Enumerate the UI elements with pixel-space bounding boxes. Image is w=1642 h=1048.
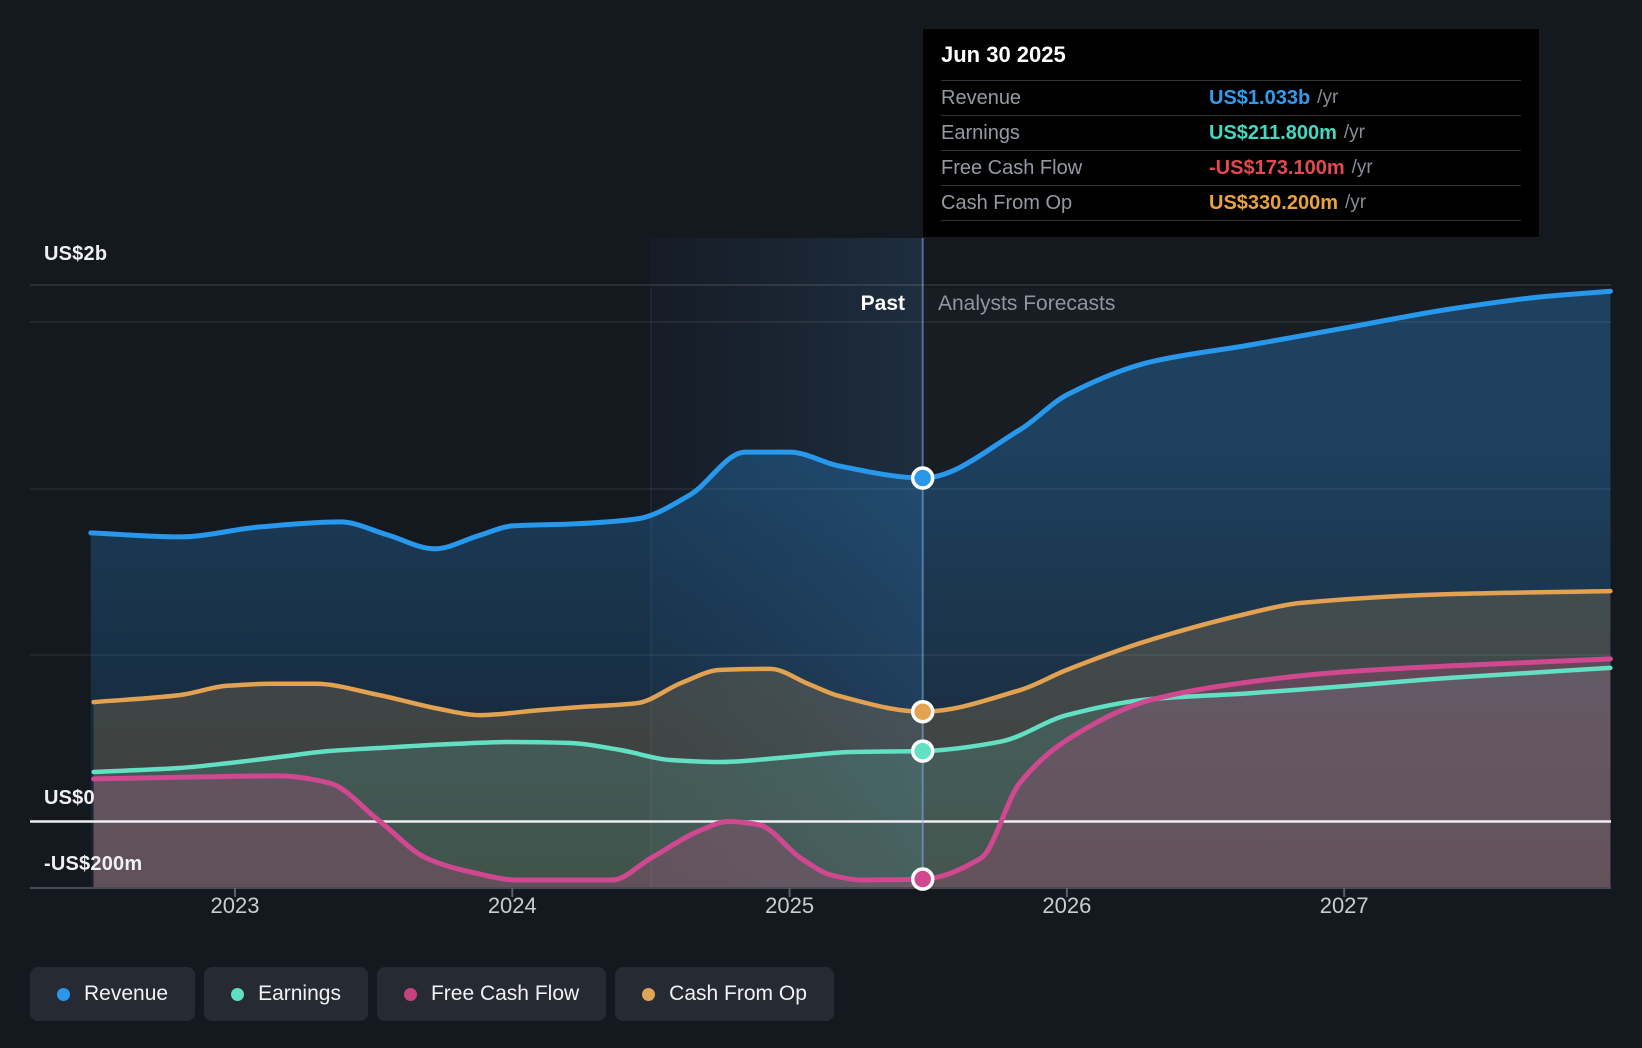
tooltip-value: US$1.033b [1209,86,1311,109]
earnings-marker [910,739,935,763]
tooltip-value: US$211.800m [1209,121,1337,144]
x-axis-label-2023: 2023 [210,893,260,918]
tooltip-value-suffix: /yr [1343,122,1365,143]
tooltip-label: Free Cash Flow [941,156,1083,179]
legend-dot-icon [403,987,417,1001]
cash-from-op-marker [910,699,935,724]
tooltip-row-earnings: Earnings US$211.800m/yr [941,116,1521,151]
tooltip-value-suffix: /yr [1344,192,1367,213]
hover-tooltip: Jun 30 2025 Revenue US$1.033b/yr Earnings U… [922,28,1540,238]
legend: Revenue Earnings Free Cash Flow Cash From O… [30,967,834,1021]
tooltip-row-free-cash-flow: Free Cash Flow -US$173.100m/yr [941,151,1521,186]
legend-item-free-cash-flow[interactable]: Free Cash Flow [376,967,607,1021]
x-axis-label-2026: 2026 [1042,893,1092,918]
tooltip-label: Cash From Op [941,191,1073,214]
legend-item-label: Revenue [84,982,169,1005]
x-axis-label-2025: 2025 [765,893,815,918]
tooltip-date: Jun 30 2025 [941,29,1521,81]
y-axis-label-neg200m: -US$200m [44,853,143,875]
legend-dot-icon [642,987,656,1001]
legend-dot-icon [57,987,70,1001]
legend-item-cash-from-op[interactable]: Cash From Op [615,967,834,1021]
tooltip-value: -US$173.100m [1209,156,1345,179]
tooltip-label: Earnings [941,121,1020,144]
earnings-revenue-forecast-chart: US$2b US$0 -US$200m Past Analysts Foreca… [0,0,1642,1048]
y-axis-label-zero: US$0 [44,787,95,809]
tooltip-value: US$330.200m [1209,191,1338,214]
legend-item-revenue[interactable]: Revenue [30,967,196,1021]
forecasts-region-label: Analysts Forecasts [938,292,1116,315]
free-cash-flow-marker [910,867,935,891]
legend-dot-icon [231,987,245,1001]
revenue-marker [910,466,935,490]
tooltip-row-cash-from-op: Cash From Op US$330.200m/yr [941,186,1521,221]
legend-item-earnings[interactable]: Earnings [204,967,368,1021]
tooltip-row-revenue: Revenue US$1.033b/yr [941,81,1521,116]
past-region-label: Past [860,292,905,315]
legend-item-label: Earnings [258,982,341,1005]
x-axis-label-2027: 2027 [1319,893,1369,918]
y-axis-label-2b: US$2b [44,243,108,265]
tooltip-label: Revenue [941,86,1022,109]
legend-item-label: Free Cash Flow [430,982,580,1005]
tooltip-value-suffix: /yr [1351,157,1373,178]
legend-item-label: Cash From Op [669,982,807,1005]
x-axis-label-2024: 2024 [487,893,537,918]
tooltip-value-suffix: /yr [1317,87,1339,108]
